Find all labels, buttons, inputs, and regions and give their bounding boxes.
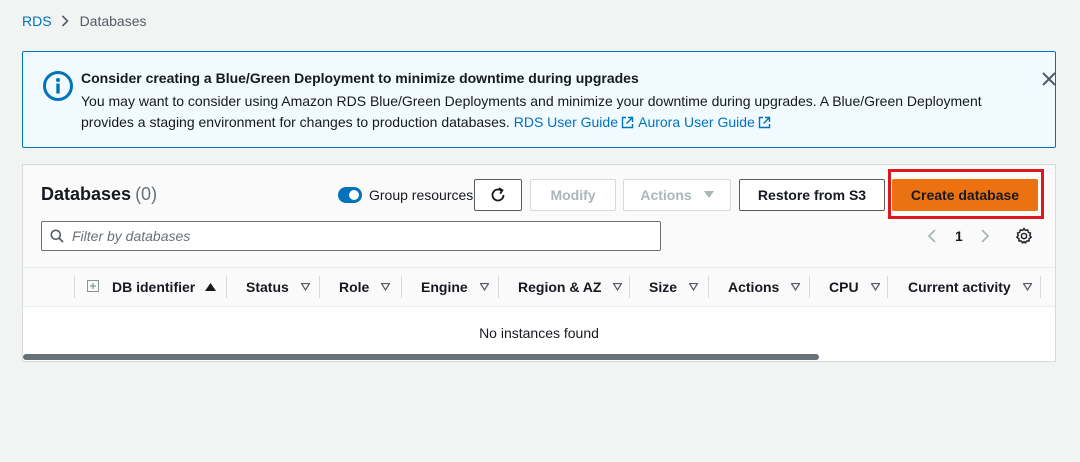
info-banner: Consider creating a Blue/Green Deploymen…	[22, 51, 1056, 148]
column-cpu[interactable]: CPU	[829, 268, 880, 306]
filter-caret-icon	[613, 283, 623, 291]
column-separator	[629, 276, 630, 298]
empty-state-message: No instances found	[479, 325, 599, 341]
filter-input[interactable]	[72, 226, 652, 246]
chevron-left-icon[interactable]	[925, 228, 939, 244]
external-link-icon	[621, 116, 634, 129]
column-engine[interactable]: Engine	[421, 268, 489, 306]
chevron-right-icon[interactable]	[978, 228, 992, 244]
panel-header: Databases (0) Group resources Modify Acti…	[23, 165, 1055, 267]
banner-title: Consider creating a Blue/Green Deploymen…	[81, 70, 639, 86]
column-separator	[498, 276, 499, 298]
actions-dropdown-button[interactable]: Actions	[623, 179, 731, 211]
filter-caret-icon	[870, 283, 880, 291]
settings-icon[interactable]	[1015, 227, 1033, 245]
column-region-az[interactable]: Region & AZ	[518, 268, 623, 306]
column-current-activity[interactable]: Current activity	[908, 268, 1032, 306]
database-count: (0)	[135, 184, 158, 204]
column-separator	[809, 276, 810, 298]
close-icon[interactable]	[1041, 71, 1057, 87]
highlight-box	[888, 169, 1044, 219]
breadcrumb-current: Databases	[79, 13, 147, 29]
info-icon	[43, 71, 73, 101]
external-link-icon	[758, 116, 771, 129]
page-number[interactable]: 1	[955, 228, 963, 244]
page-title: Databases (0)	[41, 184, 158, 204]
filter-field[interactable]	[41, 221, 661, 251]
breadcrumb-rds-link[interactable]: RDS	[22, 13, 52, 29]
column-separator	[74, 276, 75, 298]
filter-caret-icon	[1022, 283, 1032, 291]
banner-text: You may want to consider using Amazon RD…	[81, 91, 1011, 133]
column-role[interactable]: Role	[339, 268, 391, 306]
breadcrumb: RDS Databases	[22, 12, 147, 30]
group-resources-toggle[interactable]	[338, 187, 362, 203]
table-header: DB identifier Status Role Engine Region …	[23, 267, 1055, 307]
group-resources-label: Group resources	[369, 187, 474, 203]
column-status[interactable]: Status	[246, 268, 310, 306]
expand-icon[interactable]	[87, 280, 99, 292]
refresh-button[interactable]	[474, 179, 522, 211]
column-actions[interactable]: Actions	[728, 268, 801, 306]
filter-caret-icon	[791, 283, 801, 291]
filter-caret-icon	[381, 283, 391, 291]
column-separator	[319, 276, 320, 298]
column-separator	[887, 276, 888, 298]
caret-down-icon	[703, 191, 714, 198]
filter-caret-icon	[300, 283, 310, 291]
databases-panel: Databases (0) Group resources Modify Acti…	[22, 164, 1056, 362]
horizontal-scrollbar[interactable]	[23, 354, 819, 360]
column-separator	[708, 276, 709, 298]
filter-caret-icon	[479, 283, 489, 291]
toggle-knob	[349, 190, 359, 200]
restore-from-s3-button[interactable]: Restore from S3	[739, 179, 885, 211]
search-icon	[50, 229, 64, 243]
filter-caret-icon	[689, 283, 699, 291]
refresh-icon	[491, 187, 505, 202]
aurora-user-guide-link[interactable]: Aurora User Guide	[638, 114, 772, 130]
rds-user-guide-link[interactable]: RDS User Guide	[514, 114, 635, 130]
column-separator	[1040, 276, 1041, 298]
modify-button[interactable]: Modify	[530, 179, 616, 211]
column-size[interactable]: Size	[649, 268, 699, 306]
column-db-identifier[interactable]: DB identifier	[112, 268, 217, 306]
sort-ascending-icon	[205, 283, 217, 291]
column-separator	[401, 276, 402, 298]
column-separator	[226, 276, 227, 298]
chevron-right-icon	[61, 15, 69, 27]
